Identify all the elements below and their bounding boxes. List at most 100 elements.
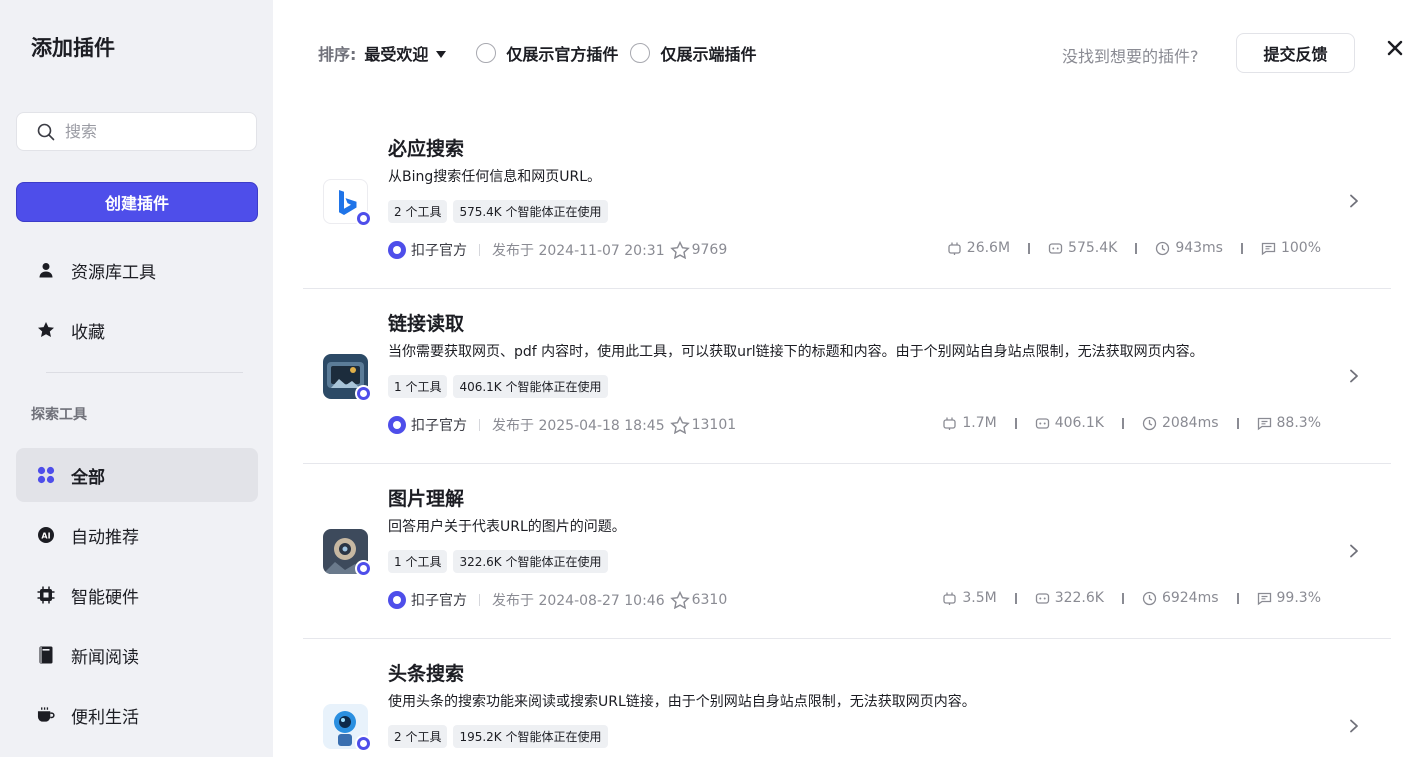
latency-stat: 6924ms <box>1142 590 1219 606</box>
chevron-right-icon[interactable] <box>1347 544 1361 558</box>
filter-client-radio[interactable]: 仅展示端插件 <box>630 41 756 65</box>
plugin-tags: 1 个工具 406.1K 个智能体正在使用 <box>388 375 608 398</box>
sidebar-item-favorites[interactable]: 收藏 <box>16 303 258 357</box>
sort-label: 排序: <box>318 45 357 64</box>
plug-icon <box>942 591 957 606</box>
usage-tag: 195.2K 个智能体正在使用 <box>453 725 608 748</box>
divider <box>479 419 480 431</box>
plugin-tags: 2 个工具 575.4K 个智能体正在使用 <box>388 200 608 223</box>
success-stat: 99.3% <box>1257 590 1321 606</box>
plug-icon <box>942 416 957 431</box>
category-all[interactable]: 全部 <box>16 448 258 502</box>
plugin-title: 必应搜索 <box>388 138 465 160</box>
plugin-meta: 扣子官方 发布于 2024-11-07 20:31 9769 <box>388 240 727 260</box>
usage-tag: 322.6K 个智能体正在使用 <box>453 550 608 573</box>
plugin-description: 回答用户关于代表URL的图片的问题。 <box>388 519 626 535</box>
bots-stat: 575.4K <box>1048 240 1117 256</box>
tool-count-tag: 2 个工具 <box>388 725 448 748</box>
tool-count-tag: 1 个工具 <box>388 375 448 398</box>
sidebar-item-library-tools[interactable]: 资源库工具 <box>16 243 258 297</box>
radio-label: 仅展示官方插件 <box>506 45 619 64</box>
publish-date: 发布于 2024-11-07 20:31 <box>492 243 665 259</box>
plugin-stats: 3.5M 322.6K 6924ms 99.3% <box>942 590 1321 606</box>
radio-circle[interactable] <box>476 43 497 63</box>
favorite-count-value: 9769 <box>691 242 728 258</box>
plugin-stats: 26.6M 575.4K 943ms 100% <box>947 240 1321 256</box>
bots-value: 575.4K <box>1068 240 1118 256</box>
divider <box>1028 242 1031 254</box>
bot-icon <box>1048 241 1063 256</box>
favorite-count[interactable]: 13101 <box>669 416 737 434</box>
section-title-explore: 探索工具 <box>31 407 87 423</box>
success-value: 88.3% <box>1276 415 1321 431</box>
category-label: 便利生活 <box>71 707 139 728</box>
chevron-right-icon[interactable] <box>1347 369 1361 383</box>
favorite-count[interactable]: 6310 <box>669 591 727 609</box>
plugin-card-toutiao-search[interactable]: 头条搜索 使用头条的搜索功能来阅读或搜索URL链接，由于个别网站自身站点限制，无… <box>303 639 1391 757</box>
publisher-name: 扣子官方 <box>411 418 467 434</box>
cup-icon <box>37 706 55 724</box>
filter-official-radio[interactable]: 仅展示官方插件 <box>476 41 618 65</box>
plugin-card-bing-search[interactable]: 必应搜索 从Bing搜索任何信息和网页URL。 2 个工具 575.4K 个智能… <box>303 114 1391 289</box>
caret-down-icon[interactable] <box>436 50 447 58</box>
divider <box>1135 242 1138 254</box>
close-icon[interactable] <box>1383 36 1407 60</box>
success-value: 99.3% <box>1276 590 1321 606</box>
bot-icon <box>1035 591 1050 606</box>
official-badge-icon <box>355 735 372 752</box>
plugin-card-link-reader[interactable]: 链接读取 当你需要获取网页、pdf 内容时，使用此工具，可以获取url链接下的标… <box>303 289 1391 464</box>
star-icon <box>37 321 55 339</box>
ai-icon: AI <box>37 526 55 544</box>
divider <box>479 594 480 606</box>
calls-value: 26.6M <box>966 240 1011 256</box>
star-outline-icon[interactable] <box>669 591 690 609</box>
filter-bar: 排序: 最受欢迎 仅展示官方插件 仅展示端插件 <box>318 33 756 73</box>
favorite-count[interactable]: 9769 <box>669 241 728 259</box>
divider <box>1236 417 1239 429</box>
latency-stat: 2084ms <box>1142 415 1219 431</box>
publisher-logo-icon <box>388 416 406 434</box>
plugin-card-image-understanding[interactable]: 图片理解 回答用户关于代表URL的图片的问题。 1 个工具 322.6K 个智能… <box>303 464 1391 639</box>
chevron-right-icon[interactable] <box>1347 719 1361 733</box>
latency-value: 2084ms <box>1161 415 1219 431</box>
divider <box>1240 242 1243 254</box>
success-stat: 88.3% <box>1257 415 1321 431</box>
category-news-reading[interactable]: 新闻阅读 <box>16 628 258 682</box>
search-box[interactable] <box>16 112 257 151</box>
panel-title: 添加插件 <box>31 36 115 60</box>
category-label: 全部 <box>71 467 105 488</box>
radio-circle[interactable] <box>630 43 651 63</box>
sidebar-divider <box>46 372 243 373</box>
bots-stat: 322.6K <box>1035 590 1104 606</box>
grid-icon <box>37 466 55 484</box>
category-convenient-life[interactable]: 便利生活 <box>16 688 258 742</box>
message-icon <box>1261 241 1276 256</box>
sidebar-item-label: 收藏 <box>71 322 105 343</box>
category-smart-hardware[interactable]: 智能硬件 <box>16 568 258 622</box>
not-found-hint: 没找到想要的插件? <box>1062 47 1199 66</box>
plugin-meta: 扣子官方 发布于 2025-04-18 18:45 13101 <box>388 415 736 435</box>
calls-stat: 1.7M <box>942 415 997 431</box>
book-icon <box>37 646 55 664</box>
chip-icon <box>37 586 55 604</box>
sort-dropdown[interactable]: 最受欢迎 <box>364 41 428 65</box>
star-outline-icon[interactable] <box>669 241 690 259</box>
plugin-description: 使用头条的搜索功能来阅读或搜索URL链接，由于个别网站自身站点限制，无法获取网页… <box>388 694 976 710</box>
latency-value: 943ms <box>1175 240 1223 256</box>
plugin-meta: 扣子官方 发布于 2024-08-27 10:46 6310 <box>388 590 727 610</box>
search-input[interactable] <box>65 122 235 141</box>
star-outline-icon[interactable] <box>669 416 690 434</box>
publish-date: 发布于 2024-08-27 10:46 <box>492 593 665 609</box>
chevron-right-icon[interactable] <box>1347 194 1361 208</box>
category-auto-recommend[interactable]: AI 自动推荐 <box>16 508 258 562</box>
bots-value: 406.1K <box>1054 415 1104 431</box>
create-plugin-button[interactable]: 创建插件 <box>16 182 258 222</box>
publisher-name: 扣子官方 <box>411 243 467 259</box>
official-badge-icon <box>355 560 372 577</box>
calls-value: 3.5M <box>962 590 997 606</box>
category-label: 新闻阅读 <box>71 647 139 668</box>
favorite-count-value: 13101 <box>691 417 737 433</box>
clock-icon <box>1155 241 1170 256</box>
feedback-button[interactable]: 提交反馈 <box>1236 33 1355 73</box>
search-icon <box>37 123 55 141</box>
